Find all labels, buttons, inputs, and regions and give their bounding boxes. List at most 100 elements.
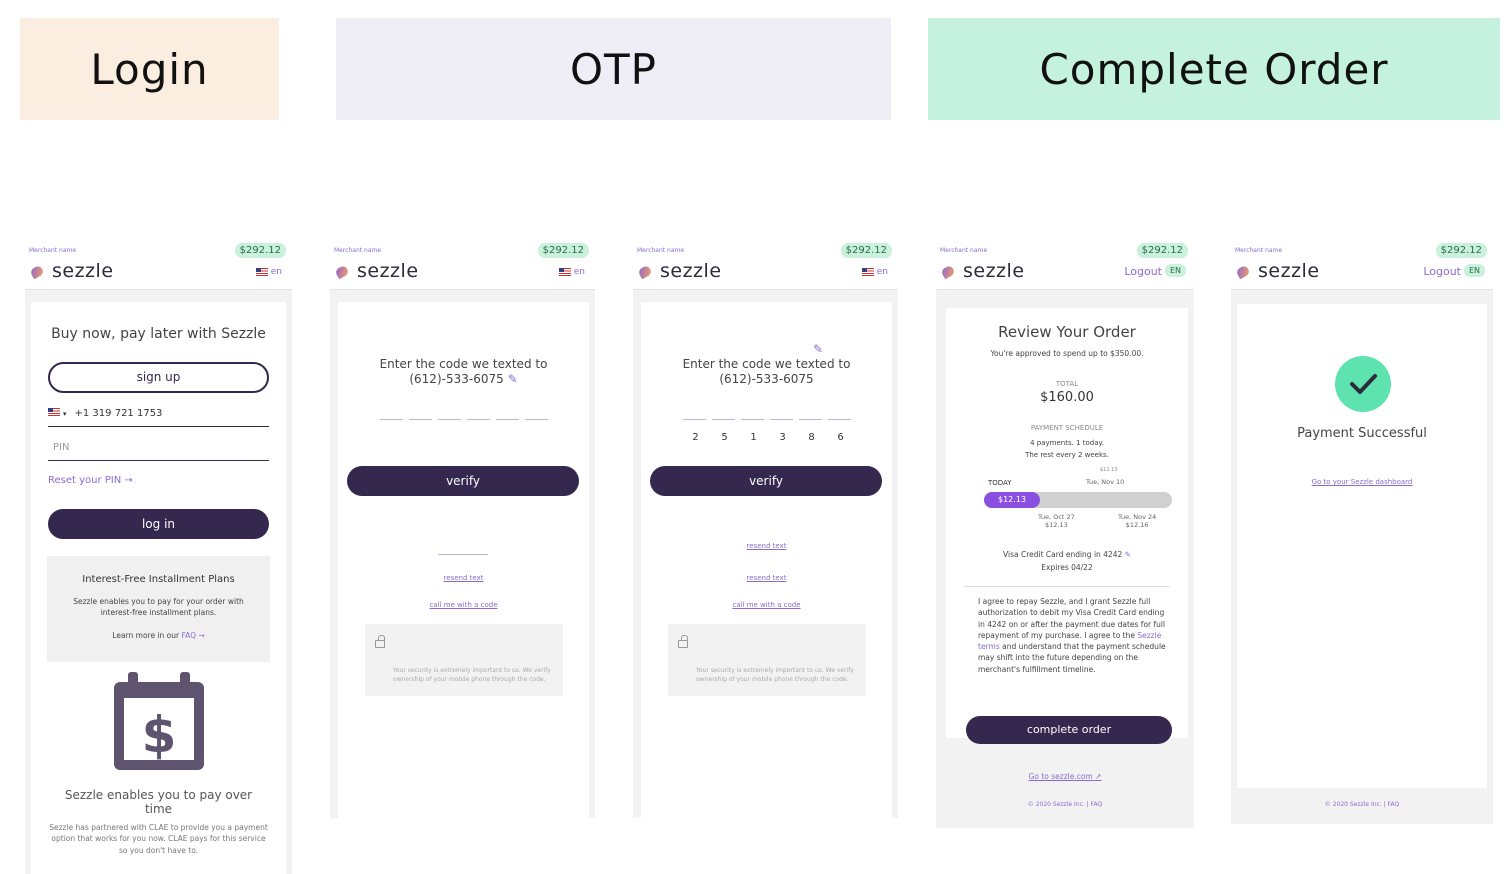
card-expires: Expires 04/22 [1041,563,1093,572]
schedule-bar: $12.13 [984,492,1172,508]
edit-pencil-icon[interactable]: ✎ [1125,550,1131,559]
security-box: Your security is extremely important to … [668,624,866,696]
payment2-amount: $12.13 [1100,467,1118,473]
lock-icon [678,635,688,648]
schedule-line2: The rest every 2 weeks. [1025,451,1109,459]
signup-button[interactable]: sign up [48,362,269,393]
learn-more: Learn more in our FAQ → [112,631,205,640]
total-label: TOTAL [1055,380,1079,388]
merchant-name: Merchant name [940,247,988,254]
sezzle-logo: sezzle [637,260,722,282]
promo-title: Sezzle enables you to pay over time [64,788,253,817]
us-flag-icon [48,408,60,416]
sezzle-logo-icon [940,262,958,280]
reset-pin-link[interactable]: Reset your PIN → [48,475,133,486]
call-me-link[interactable]: call me with a code [641,601,892,609]
info-body: Sezzle enables you to pay for your order… [73,597,244,618]
logout-link[interactable]: Logout [1124,265,1162,278]
info-box: Interest-Free Installment Plans Sezzle e… [47,556,270,662]
today-label: TODAY [988,479,1012,487]
success-card: Payment Successful Go to your Sezzle das… [1237,304,1487,788]
footer: © 2020 Sezzle Inc. | FAQ [1324,801,1400,808]
login-title: Buy now, pay later with Sezzle [51,326,266,342]
goto-sezzle-link[interactable]: Go to sezzle.com ↗ [936,772,1194,781]
otp-prompt: Enter the code we texted to [682,357,851,371]
logout-link[interactable]: Logout [1423,265,1461,278]
security-text: Your security is extremely important to … [393,667,551,683]
chevron-down-icon: ▾ [63,410,67,418]
sezzle-logo-icon [1235,262,1253,280]
language-badge[interactable]: EN [1463,264,1485,277]
login-screen: Merchant name $292.12 sezzle en Buy now,… [25,240,292,874]
language-selector[interactable]: en [558,267,585,277]
resend-text-link[interactable]: resend text [641,542,892,550]
phone-field[interactable]: ▾ +1 319 721 1753 [48,408,269,427]
us-flag-icon [558,268,571,276]
otp-prompt: Enter the code we texted to [379,357,548,371]
banner-otp: OTP [336,18,891,120]
calendar-dollar-icon: $ [112,670,206,772]
schedule-line1: 4 payments. 1 today. [1030,439,1104,447]
today-payment-pill: $12.13 [984,492,1040,508]
faq-link[interactable]: FAQ → [182,631,205,640]
price-badge: $292.12 [840,243,892,258]
approved-text: You're approved to spend up to $350.00. [990,349,1144,358]
language-selector[interactable]: en [255,267,282,277]
lock-icon [375,635,385,648]
promo-body: Sezzle has partnered with CLAE to provid… [49,823,268,855]
banner-login: Login [20,18,279,120]
payment2-date: Tue, Nov 10 [1086,478,1125,486]
login-card: Buy now, pay later with Sezzle sign up ▾… [31,302,286,874]
edit-pencil-icon[interactable]: ✎ [813,342,823,356]
sezzle-logo: sezzle [1235,260,1320,282]
language-selector[interactable]: en [861,267,888,277]
verify-button[interactable]: verify [347,466,579,496]
complete-order-button[interactable]: complete order [966,716,1172,744]
verify-button[interactable]: verify [650,466,882,496]
otp-screen-filled: Merchant name $292.12 sezzle en ✎ Enter … [633,240,898,818]
otp-screen-empty: Merchant name $292.12 sezzle en Enter th… [330,240,595,818]
security-box: Your security is extremely important to … [365,624,563,696]
success-title: Payment Successful [1297,426,1427,441]
payment4: Tue, Nov 24 $12.16 [1118,513,1157,529]
sezzle-logo-icon [29,262,47,280]
header: Merchant name $292.12 sezzle en [25,240,292,290]
call-me-link[interactable]: call me with a code [338,601,589,609]
otp-input[interactable] [683,410,851,420]
price-badge: $292.12 [537,243,589,258]
dashboard-link[interactable]: Go to your Sezzle dashboard [1237,478,1487,486]
total-value: $160.00 [1040,390,1094,405]
header: Merchant name $292.12 sezzle Logout EN [936,240,1194,290]
review-order-screen: Merchant name $292.12 sezzle Logout EN R… [936,240,1194,828]
terms-text: I agree to repay Sezzle, and I grant Sez… [978,597,1166,674]
schedule-label: PAYMENT SCHEDULE [1030,424,1104,432]
pin-field[interactable]: PIN [48,442,269,461]
checkmark-icon [1335,356,1391,412]
info-title: Interest-Free Installment Plans [82,574,235,585]
otp-input[interactable] [380,410,548,420]
language-badge[interactable]: EN [1164,264,1186,277]
us-flag-icon [861,268,874,276]
edit-pencil-icon[interactable]: ✎ [508,372,518,386]
sezzle-logo: sezzle [334,260,419,282]
price-badge: $292.12 [1136,243,1188,258]
svg-text:$: $ [142,706,177,764]
merchant-name: Merchant name [29,247,77,254]
otp-phone: (612)-533-6075 ✎ [409,372,518,386]
resend-text-link[interactable]: resend text [338,574,589,582]
otp-card: Enter the code we texted to (612)-533-60… [338,302,589,818]
merchant-name: Merchant name [1235,247,1283,254]
divider [438,554,488,555]
review-title: Review Your Order [998,323,1136,341]
otp-card: ✎ Enter the code we texted to (612)-533-… [641,302,892,818]
sezzle-logo: sezzle [29,260,114,282]
card-info: Visa Credit Card ending in 4242 ✎ [1003,550,1131,559]
resend-text-link-2[interactable]: resend text [641,574,892,582]
sezzle-logo-icon [637,262,655,280]
header: Merchant name $292.12 sezzle Logout EN [1231,240,1493,290]
otp-phone: (612)-533-6075 [719,372,814,386]
price-badge: $292.12 [234,243,286,258]
payment-success-screen: Merchant name $292.12 sezzle Logout EN P… [1231,240,1493,824]
login-button[interactable]: log in [48,509,269,539]
sezzle-logo: sezzle [940,260,1025,282]
